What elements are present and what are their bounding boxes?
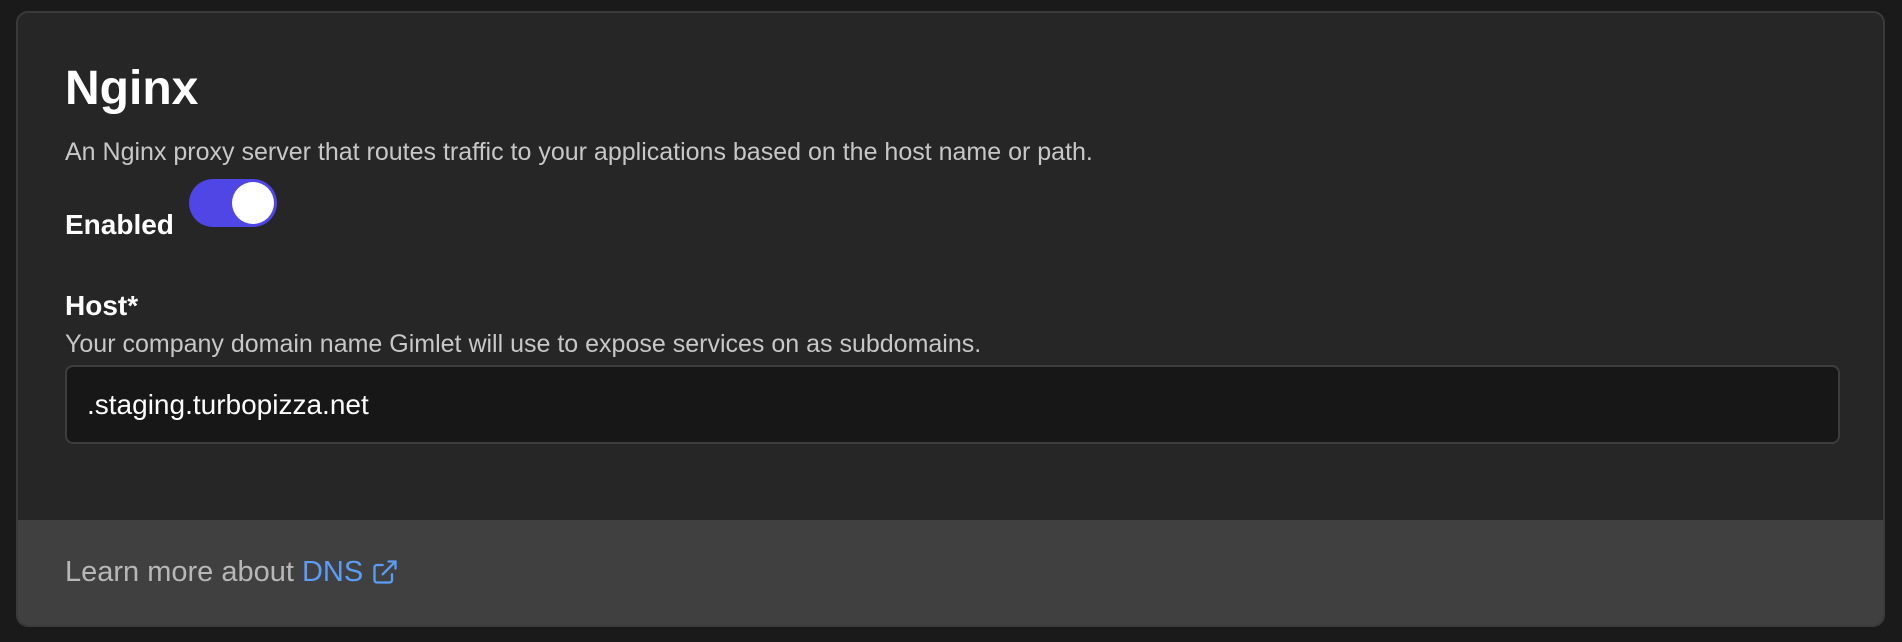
learn-more-text: Learn more about DNS: [65, 556, 399, 589]
dns-link-label: DNS: [301, 556, 364, 588]
section-description: An Nginx proxy server that routes traffi…: [65, 138, 1093, 166]
host-input[interactable]: [65, 365, 1840, 444]
dns-link[interactable]: DNS: [302, 556, 399, 588]
panel-footer: Learn more about DNS: [18, 520, 1883, 625]
nginx-settings-panel: Nginx An Nginx proxy server that routes …: [16, 11, 1885, 627]
toggle-knob: [232, 182, 274, 224]
enabled-toggle[interactable]: [189, 179, 277, 227]
host-label: Host*: [65, 290, 139, 321]
host-help-text: Your company domain name Gimlet will use…: [65, 330, 982, 358]
enabled-label: Enabled: [65, 209, 174, 240]
learn-more-prefix: Learn more about: [65, 556, 294, 588]
external-link-icon: [373, 560, 397, 584]
panel-content: Nginx An Nginx proxy server that routes …: [18, 13, 1883, 524]
section-title: Nginx: [65, 62, 199, 115]
